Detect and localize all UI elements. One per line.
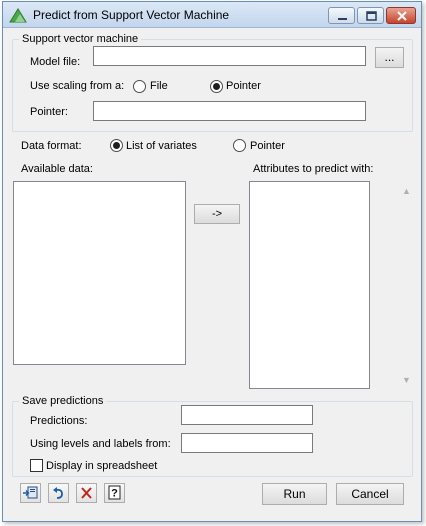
close-button[interactable]: [386, 7, 416, 24]
minimize-button[interactable]: [328, 7, 355, 24]
scaling-file-label: File: [150, 80, 168, 92]
available-data-list[interactable]: [13, 181, 186, 365]
browse-button[interactable]: ...: [375, 47, 404, 68]
scaling-pointer-label: Pointer: [226, 80, 261, 92]
format-variates-label: List of variates: [126, 140, 197, 152]
pointer-label: Pointer:: [30, 106, 68, 118]
title-bar: Predict from Support Vector Machine: [3, 2, 421, 28]
help-icon: ?: [108, 485, 121, 500]
spreadsheet-label: Display in spreadsheet: [46, 460, 158, 472]
predictions-label: Predictions:: [30, 415, 88, 427]
transfer-button[interactable]: ->: [194, 204, 240, 224]
predictions-input[interactable]: [181, 405, 313, 425]
pointer-input[interactable]: [93, 101, 366, 121]
format-pointer-radio[interactable]: [233, 139, 246, 152]
dialog-window: Predict from Support Vector Machine Supp…: [2, 1, 422, 522]
model-file-input[interactable]: [93, 46, 366, 66]
maximize-button[interactable]: [357, 7, 384, 24]
window-title: Predict from Support Vector Machine: [33, 8, 230, 22]
run-button[interactable]: Run: [262, 483, 327, 505]
app-logo-icon: [9, 8, 27, 23]
attributes-label: Attributes to predict with:: [253, 163, 374, 175]
save-group-legend: Save predictions: [19, 394, 107, 408]
scaling-label: Use scaling from a:: [30, 80, 125, 92]
svm-group-legend: Support vector machine: [19, 32, 142, 46]
output-to-window-button[interactable]: [20, 483, 41, 503]
data-format-label: Data format:: [21, 140, 82, 152]
levels-label: Using levels and labels from:: [30, 438, 171, 450]
undo-icon: [53, 487, 63, 499]
levels-input[interactable]: [181, 433, 313, 453]
close-icon: [397, 11, 407, 21]
svg-text:?: ?: [111, 488, 118, 500]
format-pointer-label: Pointer: [250, 140, 285, 152]
undo-button[interactable]: [48, 483, 69, 503]
attributes-list[interactable]: [249, 181, 370, 389]
spreadsheet-checkbox[interactable]: [30, 459, 43, 472]
scaling-file-radio[interactable]: [133, 80, 146, 93]
format-variates-radio[interactable]: [110, 139, 123, 152]
clear-icon: [81, 487, 92, 499]
scroll-down-arrow-icon[interactable]: ▼: [402, 375, 411, 385]
scroll-up-arrow-icon[interactable]: ▲: [402, 186, 411, 196]
available-data-label: Available data:: [21, 163, 93, 175]
model-file-label: Model file:: [30, 56, 81, 68]
minimize-icon: [338, 18, 347, 20]
clear-button[interactable]: [76, 483, 97, 503]
cancel-button[interactable]: Cancel: [336, 483, 404, 505]
scaling-pointer-radio[interactable]: [210, 80, 223, 93]
maximize-icon: [366, 11, 377, 21]
output-to-window-icon: [23, 486, 38, 499]
help-button[interactable]: ?: [104, 483, 125, 503]
